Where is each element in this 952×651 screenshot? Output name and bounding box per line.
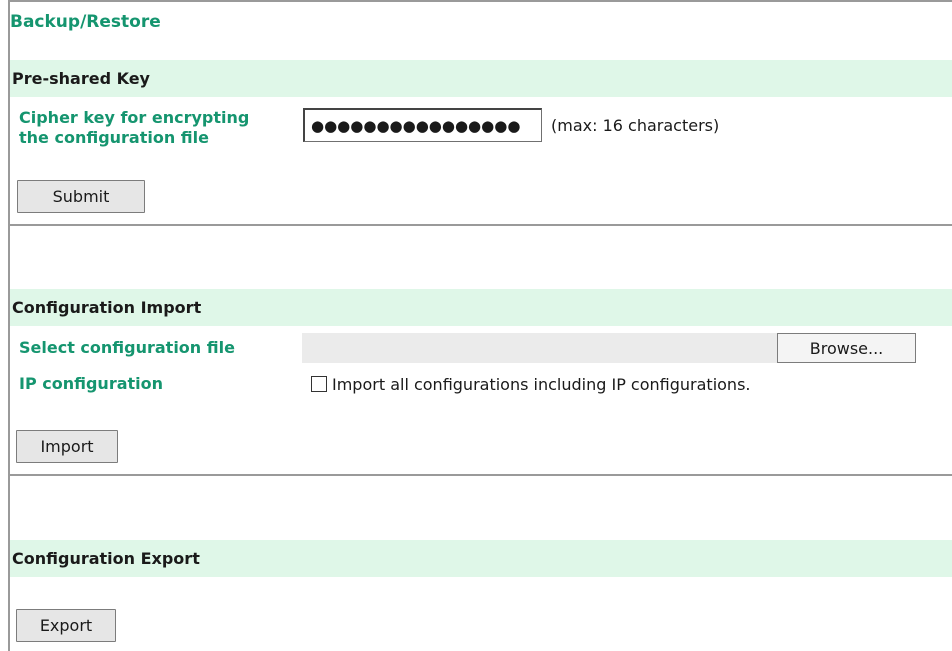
- browse-button[interactable]: Browse...: [777, 333, 916, 363]
- section-header-configuration-import: Configuration Import: [10, 289, 952, 326]
- cipher-key-label: Cipher key for encrypting the configurat…: [19, 108, 249, 148]
- divider-2: [10, 474, 952, 476]
- import-ip-config-checkbox-label[interactable]: Import all configurations including IP c…: [332, 375, 750, 394]
- section-header-preshared-key: Pre-shared Key: [10, 60, 952, 97]
- cipher-key-hint: (max: 16 characters): [551, 116, 720, 135]
- cipher-key-input[interactable]: ●●●●●●●●●●●●●●●●: [303, 108, 542, 142]
- cipher-key-label-line1: Cipher key for encrypting: [19, 108, 250, 127]
- page-title: Backup/Restore: [10, 12, 161, 32]
- import-ip-config-checkbox[interactable]: [311, 376, 327, 392]
- section-header-configuration-export: Configuration Export: [10, 540, 952, 577]
- cipher-key-label-line2: the configuration file: [19, 128, 209, 147]
- config-file-path-field[interactable]: [302, 333, 778, 363]
- submit-button[interactable]: Submit: [17, 180, 145, 213]
- ip-configuration-label: IP configuration: [19, 374, 164, 393]
- divider-1: [10, 224, 952, 226]
- select-config-file-label: Select configuration file: [19, 338, 235, 357]
- export-button[interactable]: Export: [16, 609, 116, 642]
- import-button[interactable]: Import: [16, 430, 118, 463]
